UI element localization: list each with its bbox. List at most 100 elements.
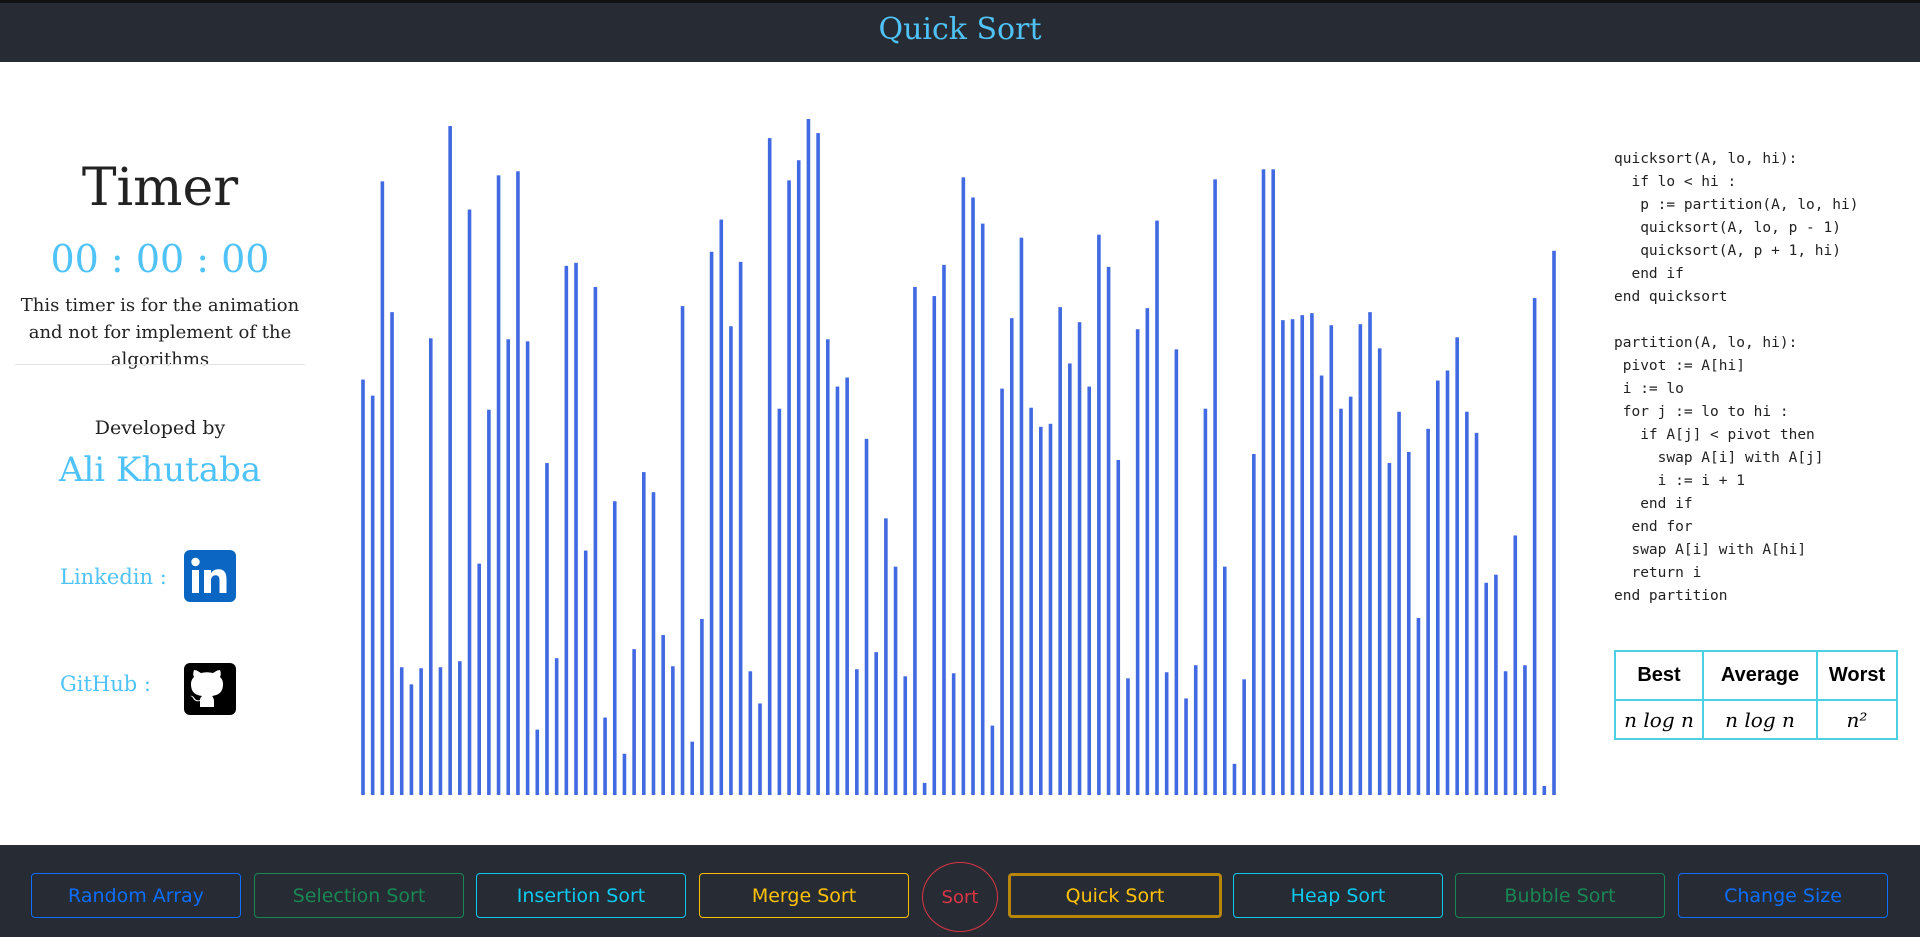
array-bar bbox=[845, 377, 849, 795]
array-bar bbox=[767, 138, 772, 796]
array-bar bbox=[1077, 322, 1082, 795]
array-bar bbox=[1184, 698, 1188, 795]
array-bar bbox=[1087, 386, 1092, 795]
array-bar bbox=[390, 312, 394, 795]
array-bar bbox=[1542, 785, 1547, 795]
random-array-button[interactable]: Random Array bbox=[31, 873, 241, 918]
array-bar bbox=[971, 197, 975, 795]
array-bar bbox=[399, 667, 404, 795]
array-bar bbox=[574, 262, 578, 796]
array-bar bbox=[680, 306, 685, 795]
array-bar bbox=[1387, 463, 1392, 795]
merge-sort-button[interactable]: Merge Sort bbox=[699, 873, 909, 918]
array-bar bbox=[835, 386, 840, 795]
array-bar bbox=[1339, 408, 1343, 795]
array-bar bbox=[1513, 535, 1518, 795]
array-bar bbox=[622, 753, 627, 795]
pseudo-code: quicksort(A, lo, hi): if lo < hi : p := … bbox=[1614, 151, 1859, 604]
array-bar bbox=[893, 566, 898, 795]
array-bar bbox=[535, 729, 540, 795]
array-bar bbox=[758, 703, 762, 795]
array-bar bbox=[1436, 380, 1440, 795]
array-bar bbox=[651, 492, 656, 795]
array-bar bbox=[825, 339, 830, 795]
bubble-sort-button[interactable]: Bubble Sort bbox=[1455, 873, 1665, 918]
array-bar bbox=[448, 126, 452, 796]
array-bar bbox=[787, 180, 791, 796]
array-bar bbox=[370, 395, 375, 795]
sort-button[interactable]: Sort bbox=[922, 862, 998, 932]
array-bar bbox=[1474, 432, 1479, 795]
array-bar bbox=[554, 658, 559, 795]
array-bar bbox=[1155, 220, 1159, 796]
array-bar bbox=[1503, 671, 1508, 795]
array-bar bbox=[922, 782, 927, 795]
array-bar bbox=[738, 261, 743, 796]
control-bar: Random Array Selection Sort Insertion So… bbox=[0, 845, 1920, 937]
quick-sort-button[interactable]: Quick Sort bbox=[1008, 873, 1222, 918]
array-bar bbox=[961, 177, 966, 796]
average-value: n log n bbox=[1702, 699, 1818, 740]
worst-value: n² bbox=[1816, 699, 1898, 740]
array-bar bbox=[1029, 407, 1033, 795]
array-bar bbox=[1552, 250, 1556, 795]
array-bar bbox=[1135, 329, 1140, 795]
array-bar bbox=[932, 296, 937, 795]
array-bar bbox=[545, 463, 549, 795]
array-bar bbox=[1000, 388, 1004, 795]
array-bar bbox=[1213, 179, 1217, 796]
array-bar bbox=[1058, 307, 1062, 795]
array-bar bbox=[477, 563, 481, 795]
array-bar bbox=[458, 661, 462, 795]
array-bar bbox=[990, 725, 995, 795]
array-bar bbox=[1106, 266, 1111, 796]
array-bar bbox=[1426, 428, 1430, 795]
selection-sort-button[interactable]: Selection Sort bbox=[254, 873, 464, 918]
array-bar bbox=[796, 160, 801, 796]
array-bar bbox=[1416, 617, 1421, 795]
array-bar bbox=[1039, 426, 1043, 795]
array-bar bbox=[516, 171, 520, 795]
array-bar bbox=[1222, 566, 1227, 795]
array-bar bbox=[419, 668, 423, 795]
array-bar bbox=[1019, 237, 1024, 795]
array-bar bbox=[428, 338, 433, 795]
array-bar bbox=[671, 666, 675, 795]
array-bar bbox=[748, 671, 753, 795]
best-header: Best bbox=[1614, 650, 1704, 701]
array-bar bbox=[361, 379, 365, 795]
array-bar bbox=[777, 408, 782, 795]
array-bar bbox=[642, 472, 646, 795]
heap-sort-button[interactable]: Heap Sort bbox=[1233, 873, 1443, 918]
array-bar bbox=[1348, 396, 1353, 795]
complexity-value-row: n log n n log n n² bbox=[1614, 699, 1898, 740]
array-bar bbox=[1048, 423, 1053, 795]
array-bar bbox=[1097, 234, 1101, 795]
complexity-header-row: Best Average Worst bbox=[1614, 650, 1898, 701]
array-bar bbox=[980, 223, 985, 795]
insertion-sort-button[interactable]: Insertion Sort bbox=[476, 873, 686, 918]
array-bar bbox=[903, 676, 908, 795]
array-bar bbox=[1242, 679, 1246, 795]
array-bar bbox=[1203, 408, 1208, 795]
array-bar bbox=[1261, 169, 1266, 796]
array-bar bbox=[700, 618, 704, 795]
array-bar bbox=[1455, 337, 1459, 795]
array-bar bbox=[913, 286, 917, 795]
array-bar bbox=[1145, 308, 1150, 795]
array-bar bbox=[1009, 318, 1014, 795]
array-bar bbox=[1116, 460, 1121, 795]
array-bar bbox=[719, 219, 724, 796]
array-bar bbox=[1484, 582, 1489, 795]
array-bar bbox=[1232, 763, 1237, 795]
array-bar bbox=[1406, 451, 1411, 795]
array-bar bbox=[506, 339, 511, 795]
array-bar bbox=[438, 667, 443, 795]
array-bar bbox=[1494, 574, 1498, 795]
array-bar bbox=[690, 741, 695, 795]
array-bar bbox=[806, 119, 811, 795]
change-size-button[interactable]: Change Size bbox=[1678, 873, 1888, 918]
array-bar bbox=[1329, 325, 1334, 795]
array-bar bbox=[1465, 411, 1469, 795]
array-bar bbox=[816, 133, 820, 795]
